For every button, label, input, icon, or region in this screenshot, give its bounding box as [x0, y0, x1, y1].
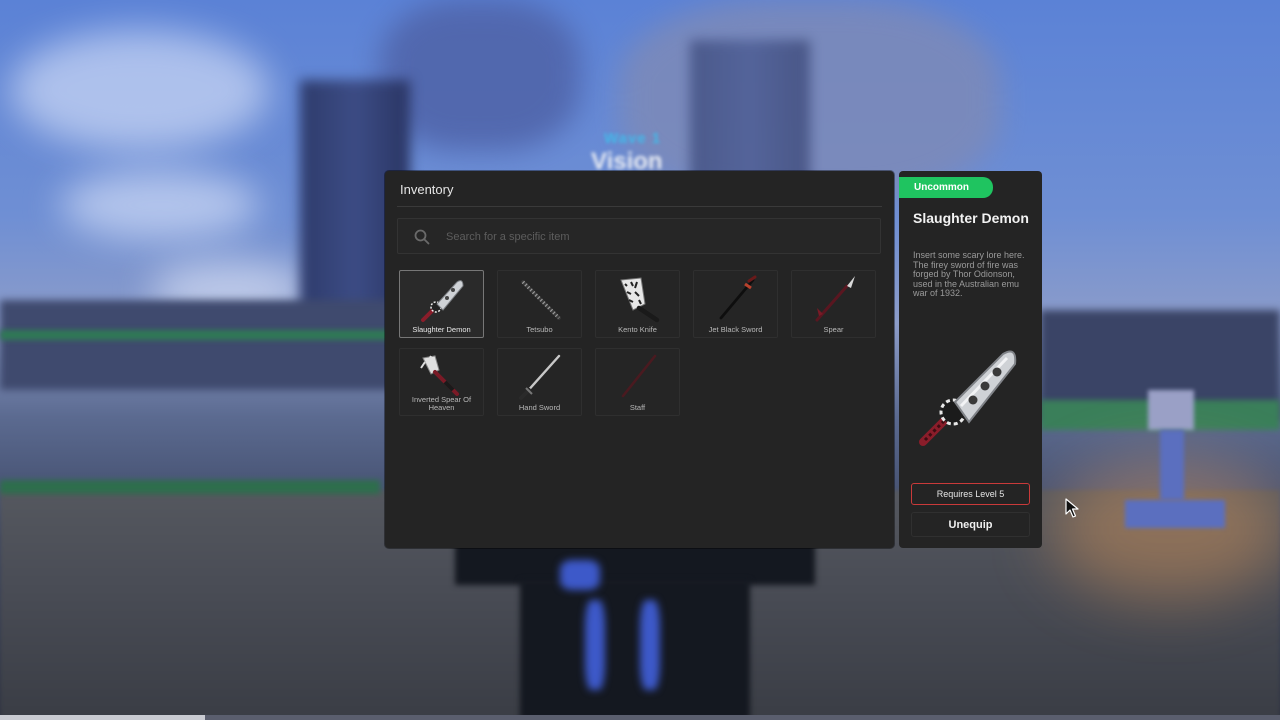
- cleaver-sword-preview-icon: [919, 350, 1017, 446]
- inventory-panel: Inventory Slaughter Demon Tet: [385, 171, 894, 548]
- inventory-slot-jet-black-sword[interactable]: Jet Black Sword: [693, 270, 778, 338]
- slot-label: Hand Sword: [518, 403, 561, 412]
- slot-label: Tetsubo: [526, 325, 553, 334]
- inventory-slot-hand-sword[interactable]: Hand Sword: [497, 348, 582, 416]
- slot-label: Kento Knife: [618, 325, 657, 334]
- item-detail-panel: Uncommon Slaughter Demon Insert some sca…: [899, 171, 1042, 548]
- inventory-title: Inventory: [400, 182, 454, 197]
- level-requirement: Requires Level 5: [911, 483, 1030, 505]
- slot-label: Inverted Spear Of Heaven: [411, 395, 472, 412]
- inventory-slot-slaughter-demon[interactable]: Slaughter Demon: [399, 270, 484, 338]
- inventory-slot-kento-knife[interactable]: Kento Knife: [595, 270, 680, 338]
- inventory-slot-staff[interactable]: Staff: [595, 348, 680, 416]
- knife-icon: [620, 277, 660, 323]
- slot-label: Slaughter Demon: [412, 325, 471, 334]
- progress-bar-fill: [0, 715, 205, 720]
- inventory-slot-spear[interactable]: Spear: [791, 270, 876, 338]
- search-input[interactable]: [446, 227, 866, 247]
- wave-label: Wave 1: [604, 130, 662, 147]
- mouse-cursor-icon: [1065, 498, 1079, 518]
- inventory-slot-inverted-spear[interactable]: Inverted Spear Of Heaven: [399, 348, 484, 416]
- spear-icon: [815, 276, 855, 322]
- katana-icon: [719, 275, 757, 320]
- slot-label: Staff: [629, 403, 646, 412]
- slot-label: Spear: [823, 325, 844, 334]
- rarity-badge: Uncommon: [899, 177, 993, 198]
- progress-bar: [0, 715, 1280, 720]
- search-bar[interactable]: [397, 218, 881, 254]
- staff-icon: [621, 354, 657, 398]
- cleaver-sword-icon: [421, 280, 464, 322]
- hand-sword-icon: [519, 354, 561, 400]
- slot-label: Jet Black Sword: [708, 325, 763, 334]
- search-icon: [414, 229, 430, 245]
- unequip-button[interactable]: Unequip: [911, 512, 1030, 537]
- tetsubo-icon: [521, 280, 561, 320]
- inventory-divider: [397, 206, 882, 207]
- item-name: Slaughter Demon: [913, 210, 1029, 226]
- item-description: Insert some scary lore here. The firey s…: [913, 250, 1025, 299]
- inventory-slot-tetsubo[interactable]: Tetsubo: [497, 270, 582, 338]
